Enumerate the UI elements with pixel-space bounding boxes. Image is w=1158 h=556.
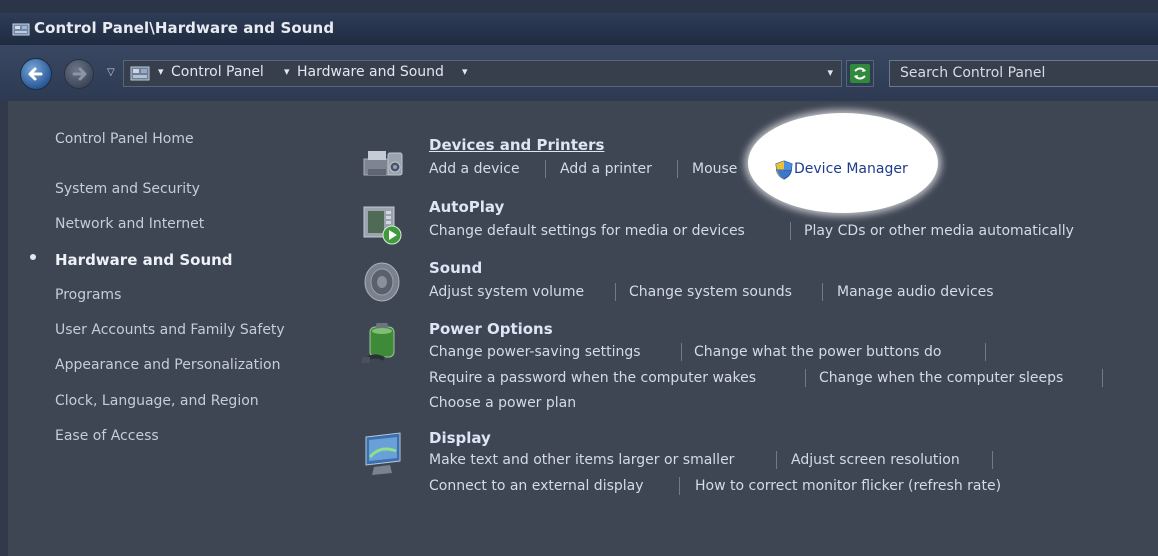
link-separator xyxy=(679,477,680,495)
monitor-flicker-link[interactable]: How to correct monitor flicker (refresh … xyxy=(695,478,1001,494)
refresh-icon xyxy=(850,64,870,83)
add-a-printer-link[interactable]: Add a printer xyxy=(560,161,652,177)
search-input[interactable]: Search Control Panel xyxy=(889,60,1158,87)
navigation-bar: ▽ ▾ Control Panel ▾ Hardware and Sound ▾… xyxy=(0,45,1158,101)
connect-external-display-link[interactable]: Connect to an external display xyxy=(429,478,644,494)
arrow-right-icon xyxy=(72,67,87,81)
device-manager-link[interactable]: Device Manager xyxy=(794,161,908,177)
sidebar-item-clock-language-region[interactable]: Clock, Language, and Region xyxy=(55,393,259,409)
refresh-button[interactable] xyxy=(846,60,874,87)
window-title: Control Panel\Hardware and Sound xyxy=(34,19,335,37)
devices-and-printers-title[interactable]: Devices and Printers xyxy=(429,136,604,154)
sound-title[interactable]: Sound xyxy=(429,259,482,277)
content-area: Control Panel Home System and Security N… xyxy=(8,101,1158,556)
sidebar-item-user-accounts[interactable]: User Accounts and Family Safety xyxy=(55,322,285,338)
link-separator xyxy=(615,283,616,301)
autoplay-title[interactable]: AutoPlay xyxy=(429,198,504,216)
address-dropdown-icon[interactable]: ▾ xyxy=(827,66,833,79)
content-pane: Control Panel Home System and Security N… xyxy=(0,101,1158,556)
autoplay-icon[interactable] xyxy=(360,201,406,247)
link-separator xyxy=(805,369,806,387)
breadcrumb-arrow-icon[interactable]: ▾ xyxy=(158,65,164,78)
link-separator xyxy=(681,343,682,361)
control-panel-window: Control Panel\Hardware and Sound ▽ ▾ Con… xyxy=(0,0,1158,556)
make-text-larger-link[interactable]: Make text and other items larger or smal… xyxy=(429,452,734,468)
current-page-bullet xyxy=(30,254,36,260)
printer-icon[interactable] xyxy=(360,139,406,185)
manage-audio-devices-link[interactable]: Manage audio devices xyxy=(837,284,994,300)
play-cds-link[interactable]: Play CDs or other media automatically xyxy=(804,223,1074,239)
search-placeholder: Search Control Panel xyxy=(900,65,1046,81)
link-separator xyxy=(545,160,546,178)
uac-shield-icon xyxy=(775,160,793,180)
speaker-icon[interactable] xyxy=(360,259,406,305)
forward-button[interactable] xyxy=(64,59,94,89)
change-system-sounds-link[interactable]: Change system sounds xyxy=(629,284,792,300)
link-separator xyxy=(776,451,777,469)
sidebar-item-ease-of-access[interactable]: Ease of Access xyxy=(55,428,159,444)
control-panel-home-link[interactable]: Control Panel Home xyxy=(55,131,194,147)
change-sleep-link[interactable]: Change when the computer sleeps xyxy=(819,370,1063,386)
require-password-link[interactable]: Require a password when the computer wak… xyxy=(429,370,756,386)
mouse-link[interactable]: Mouse xyxy=(692,161,737,177)
link-separator xyxy=(790,222,791,240)
sidebar-item-programs[interactable]: Programs xyxy=(55,287,121,303)
back-button[interactable] xyxy=(20,58,52,90)
link-separator xyxy=(677,160,678,178)
adjust-system-volume-link[interactable]: Adjust system volume xyxy=(429,284,584,300)
battery-icon[interactable] xyxy=(360,321,406,367)
control-panel-icon xyxy=(12,23,30,36)
display-title[interactable]: Display xyxy=(429,429,491,447)
breadcrumb-arrow-icon[interactable]: ▾ xyxy=(284,65,290,78)
link-separator xyxy=(985,343,986,361)
recent-pages-dropdown[interactable]: ▽ xyxy=(107,67,115,78)
arrow-left-icon xyxy=(28,67,43,81)
link-separator xyxy=(992,451,993,469)
breadcrumb-arrow-icon[interactable]: ▾ xyxy=(462,65,468,78)
link-separator xyxy=(822,283,823,301)
link-separator xyxy=(1102,369,1103,387)
sidebar-item-system-and-security[interactable]: System and Security xyxy=(55,181,200,197)
change-power-saving-link[interactable]: Change power-saving settings xyxy=(429,344,641,360)
add-a-device-link[interactable]: Add a device xyxy=(429,161,520,177)
title-bar: Control Panel\Hardware and Sound xyxy=(0,13,1158,45)
change-default-settings-link[interactable]: Change default settings for media or dev… xyxy=(429,223,745,239)
address-field[interactable]: ▾ Control Panel ▾ Hardware and Sound ▾ ▾ xyxy=(123,60,842,87)
power-options-title[interactable]: Power Options xyxy=(429,320,553,338)
control-panel-icon xyxy=(130,66,150,81)
sidebar-item-network-and-internet[interactable]: Network and Internet xyxy=(55,216,204,232)
sidebar-item-hardware-and-sound: Hardware and Sound xyxy=(55,251,233,269)
choose-power-plan-link[interactable]: Choose a power plan xyxy=(429,395,576,411)
change-power-buttons-link[interactable]: Change what the power buttons do xyxy=(694,344,941,360)
monitor-icon[interactable] xyxy=(360,431,406,477)
breadcrumb-hardware-and-sound[interactable]: Hardware and Sound xyxy=(297,64,444,80)
sidebar-item-appearance[interactable]: Appearance and Personalization xyxy=(55,357,280,373)
adjust-screen-resolution-link[interactable]: Adjust screen resolution xyxy=(791,452,960,468)
breadcrumb-control-panel[interactable]: Control Panel xyxy=(171,64,264,80)
